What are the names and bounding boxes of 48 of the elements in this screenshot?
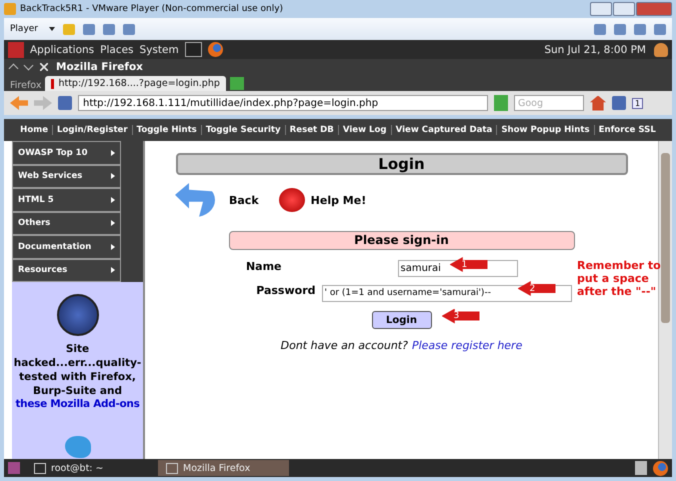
browser-title: Mozilla Firefox — [56, 60, 143, 72]
taskbar-item[interactable]: root@bt: ~ — [26, 460, 152, 476]
caret-icon[interactable] — [49, 27, 56, 31]
sidebar-menu-item[interactable]: Documentation — [12, 235, 121, 258]
player-menu[interactable]: Player — [10, 24, 38, 34]
field-label: Password — [255, 284, 316, 298]
browser-tab[interactable]: http://192.168....?page=login.php — [45, 76, 226, 91]
form-title: Please sign-in — [228, 231, 574, 250]
home-icon[interactable] — [590, 96, 606, 110]
addons-link[interactable]: these Mozilla Add-ons — [15, 398, 140, 410]
minimize-button[interactable] — [590, 2, 612, 16]
nav-link[interactable]: View Captured Data — [390, 125, 496, 135]
sidebar-menu-item[interactable]: Resources — [12, 258, 121, 282]
nav-link[interactable]: View Log — [338, 125, 391, 135]
page-title: Login — [176, 153, 628, 175]
panel-menu[interactable]: Places — [100, 44, 134, 56]
help-button-icon[interactable] — [278, 188, 305, 212]
terminal-icon[interactable] — [184, 42, 202, 57]
nav-link[interactable]: Reset DB — [284, 125, 338, 135]
field-label: Name — [244, 260, 282, 273]
panel-menu[interactable]: Applications — [30, 44, 94, 56]
login-button[interactable]: Login — [372, 311, 432, 329]
sidebar-blurb: Site hacked...err...quality-tested with Firefox, Burp-Suite and — [12, 342, 142, 398]
nav-link[interactable]: Enforce SSL — [594, 125, 660, 135]
nav-link[interactable]: Login/Register — [52, 125, 132, 135]
nav-link[interactable]: Show Popup Hints — [496, 125, 594, 135]
url-field[interactable]: http://192.168.1.111/mutillidae/index.php?page=login.php — [78, 95, 488, 111]
annotation-note: Remember to put a space after the "--" — [577, 259, 662, 298]
window-title: BackTrack5R1 - VMware Player (Non-commercial use only) — [20, 4, 284, 14]
register-prompt: Dont have an account? — [280, 339, 408, 352]
sidebar-menu-item[interactable]: Web Services — [12, 164, 121, 188]
close-icon[interactable] — [40, 62, 48, 70]
new-tab-button[interactable] — [230, 77, 244, 90]
nav-link[interactable]: Toggle Hints — [132, 125, 201, 135]
nav-link[interactable]: Toggle Security — [200, 125, 285, 135]
taskbar-item[interactable]: Mozilla Firefox — [158, 460, 289, 476]
panel-menu[interactable]: System — [140, 44, 179, 56]
sidebar-menu-item[interactable]: HTML 5 — [12, 188, 121, 212]
back-link[interactable]: Back — [229, 194, 259, 206]
register-link[interactable]: Please register here — [412, 339, 522, 352]
nav-link[interactable]: Home — [16, 125, 52, 135]
firefox-menu[interactable]: Firefox — [10, 80, 42, 91]
notification-badge[interactable]: 1 — [632, 98, 644, 108]
panel-clock[interactable]: Sun Jul 21, 8:00 PM — [544, 44, 646, 56]
sidebar-menu-item[interactable]: OWASP Top 10 — [12, 141, 121, 164]
help-link[interactable]: Help Me! — [310, 194, 366, 206]
maximize-button[interactable] — [613, 2, 635, 16]
sidebar-menu-item[interactable]: Others — [12, 212, 121, 235]
